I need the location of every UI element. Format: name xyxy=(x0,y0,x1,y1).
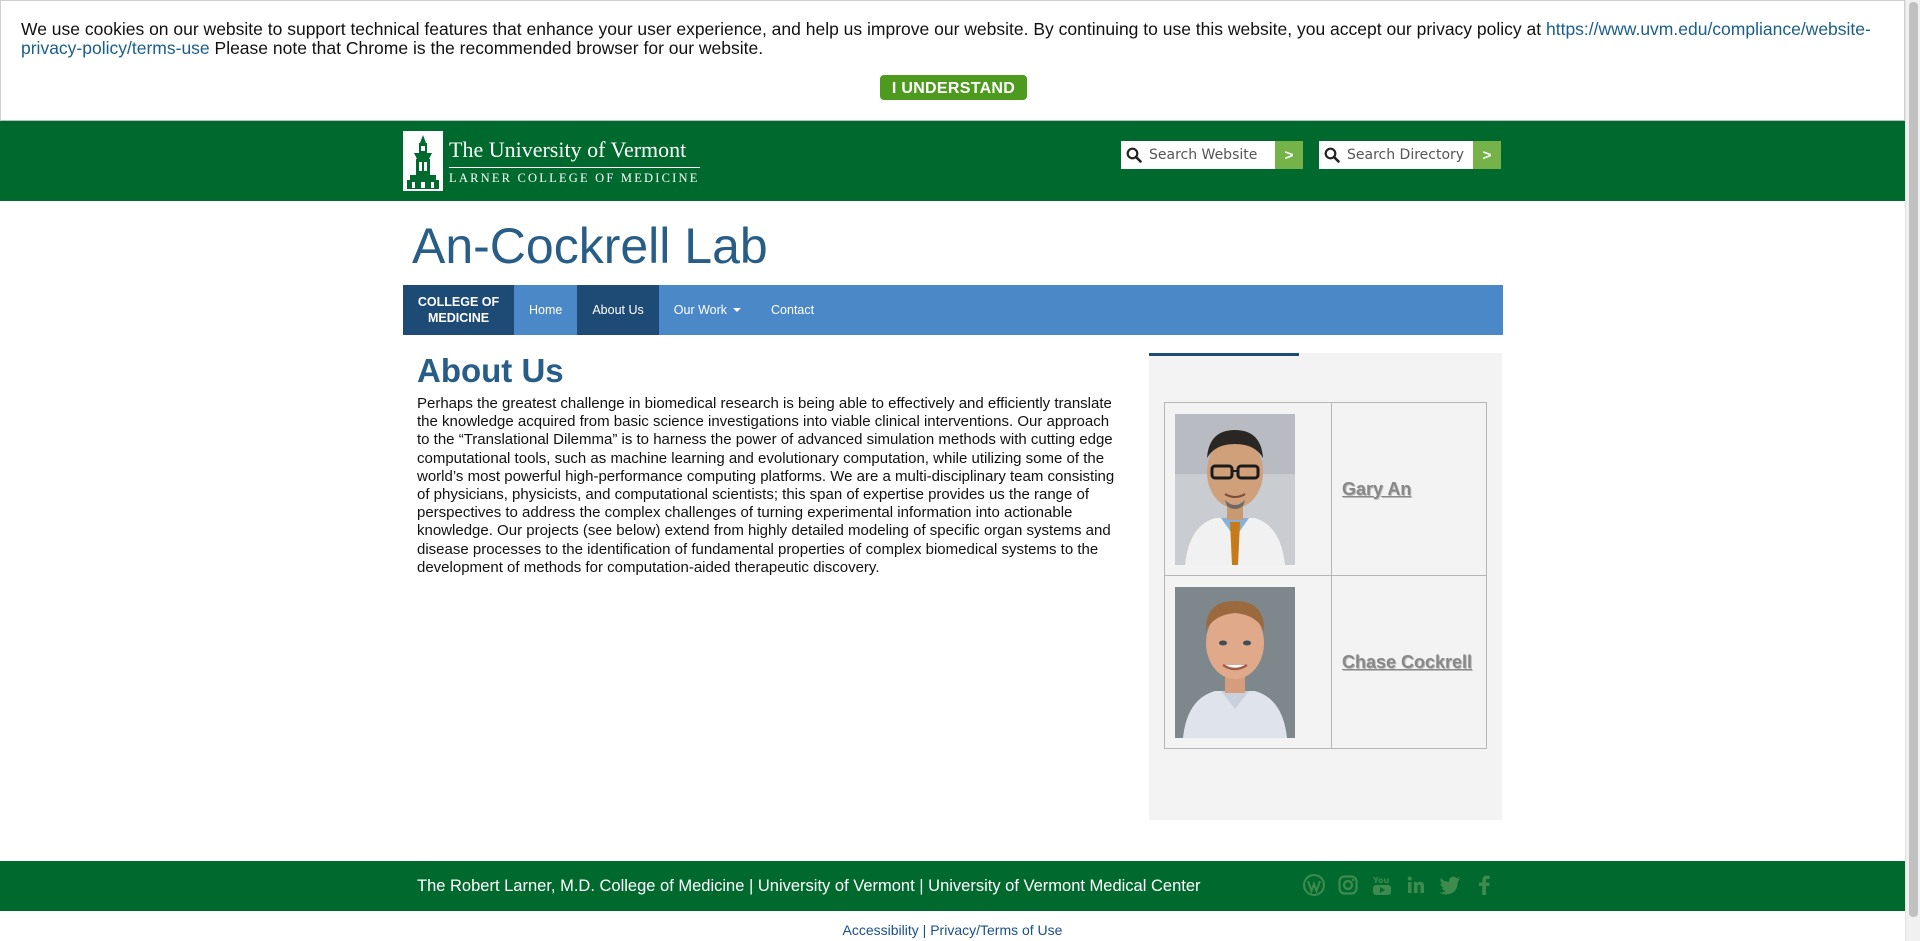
footer-link-uvm-medical-center[interactable]: University of Vermont Medical Center xyxy=(928,877,1200,895)
site-title[interactable]: An-Cockrell Lab xyxy=(412,218,768,274)
bell-tower-icon xyxy=(403,131,443,191)
legal-links: Accessibility | Privacy/Terms of Use xyxy=(0,922,1905,938)
twitter-icon[interactable] xyxy=(1439,873,1461,897)
nav-item-our-work-label: Our Work xyxy=(673,303,728,317)
i-understand-button[interactable]: I UNDERSTAND xyxy=(880,75,1027,100)
facebook-icon[interactable] xyxy=(1473,873,1495,897)
search-directory: > xyxy=(1319,141,1501,169)
footer-link-college[interactable]: The Robert Larner, M.D. College of Medic… xyxy=(417,877,744,895)
sidebar: Gary An Chase Cockrell xyxy=(1149,353,1502,820)
search-website: > xyxy=(1121,141,1303,169)
college-of-medicine-link[interactable]: COLLEGE OF MEDICINE xyxy=(403,285,514,335)
person-row: Gary An xyxy=(1164,402,1487,576)
cookie-text: We use cookies on our website to support… xyxy=(21,19,1546,39)
portrait-chase-cockrell[interactable] xyxy=(1175,586,1295,738)
instagram-icon[interactable] xyxy=(1337,873,1359,897)
svg-text:You: You xyxy=(1372,876,1390,885)
site-header: The University of Vermont LARNER COLLEGE… xyxy=(0,121,1905,201)
name-cell: Gary An xyxy=(1331,402,1487,576)
search-directory-go-button[interactable]: > xyxy=(1473,141,1501,169)
search-directory-input[interactable] xyxy=(1345,141,1473,169)
scrollbar-thumb[interactable] xyxy=(1909,2,1918,917)
cookie-browser-note: Please note that Chrome is the recommend… xyxy=(209,38,764,58)
nav-item-home[interactable]: Home xyxy=(514,285,577,335)
people-table: Gary An Chase Cockrell xyxy=(1164,402,1487,749)
legal-separator: | xyxy=(918,922,931,938)
person-link-gary-an[interactable]: Gary An xyxy=(1342,479,1411,499)
about-paragraph: Perhaps the greatest challenge in biomed… xyxy=(417,395,1115,576)
main-nav: COLLEGE OF MEDICINE Home About Us Our Wo… xyxy=(403,285,1503,335)
site-footer: The Robert Larner, M.D. College of Medic… xyxy=(0,861,1905,911)
college-label-line2: MEDICINE xyxy=(427,311,490,325)
name-cell: Chase Cockrell xyxy=(1331,575,1487,749)
uvm-logo[interactable]: The University of Vermont LARNER COLLEGE… xyxy=(403,131,700,191)
footer-link-uvm[interactable]: University of Vermont xyxy=(758,877,915,895)
sidebar-tab-indicator xyxy=(1149,353,1299,356)
search-icon xyxy=(1319,141,1345,169)
vertical-scrollbar[interactable] xyxy=(1905,0,1920,941)
accessibility-link[interactable]: Accessibility xyxy=(843,922,919,938)
privacy-terms-link[interactable]: Privacy/Terms of Use xyxy=(930,922,1062,938)
search-website-input[interactable] xyxy=(1147,141,1275,169)
logo-subtitle: LARNER COLLEGE OF MEDICINE xyxy=(449,166,700,186)
page: We use cookies on our website to support… xyxy=(0,0,1905,941)
search-website-go-button[interactable]: > xyxy=(1275,141,1303,169)
wordpress-icon[interactable] xyxy=(1303,873,1325,897)
linkedin-icon[interactable] xyxy=(1405,873,1427,897)
youtube-icon[interactable]: You xyxy=(1371,873,1393,897)
search-icon xyxy=(1121,141,1147,169)
page-heading: About Us xyxy=(417,352,564,389)
college-label-line1: COLLEGE OF xyxy=(417,295,500,309)
person-row: Chase Cockrell xyxy=(1164,575,1487,749)
nav-item-contact[interactable]: Contact xyxy=(756,285,829,335)
footer-links: The Robert Larner, M.D. College of Medic… xyxy=(417,861,1201,911)
logo-wordmark: The University of Vermont LARNER COLLEGE… xyxy=(449,137,700,186)
person-link-chase-cockrell[interactable]: Chase Cockrell xyxy=(1342,652,1472,672)
social-links: You xyxy=(1303,873,1495,897)
footer-separator: | xyxy=(744,877,758,895)
portrait-gary-an[interactable] xyxy=(1175,413,1295,565)
photo-cell xyxy=(1164,575,1332,749)
photo-cell xyxy=(1164,402,1332,576)
logo-title: The University of Vermont xyxy=(449,136,687,162)
footer-separator: | xyxy=(914,877,929,895)
caret-down-icon xyxy=(733,308,742,312)
nav-item-about-us[interactable]: About Us xyxy=(577,285,659,335)
cookie-banner: We use cookies on our website to support… xyxy=(0,0,1905,121)
nav-item-our-work[interactable]: Our Work xyxy=(659,285,756,335)
